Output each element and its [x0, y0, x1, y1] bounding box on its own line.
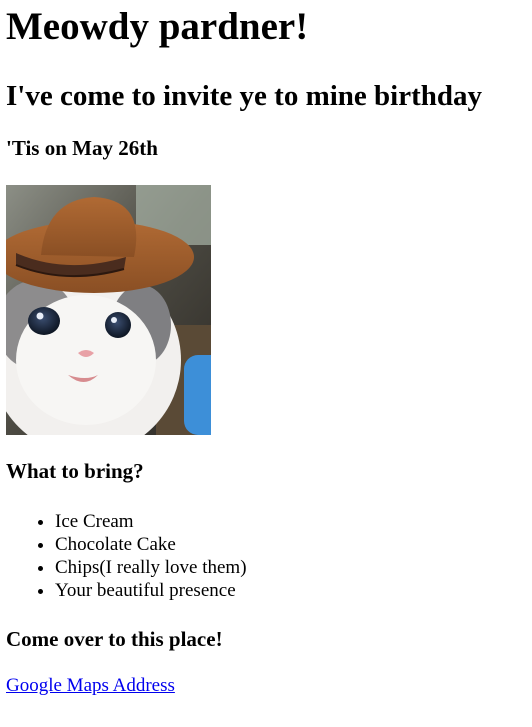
cat-cowboy-photo [6, 185, 211, 435]
page-title: Meowdy pardner! [6, 5, 309, 48]
link-paragraph: Google Maps Address [6, 674, 526, 697]
page: Meowdy pardner! I've come to invite ye t… [0, 5, 532, 697]
cat-photo-illustration [6, 185, 211, 435]
list-item: Chips(I really love them) [55, 556, 526, 579]
bring-heading: What to bring? [6, 459, 144, 483]
google-maps-link[interactable]: Google Maps Address [6, 675, 175, 696]
bring-list: Ice Cream Chocolate Cake Chips(I really … [6, 510, 526, 602]
list-item: Ice Cream [55, 510, 526, 533]
list-item: Chocolate Cake [55, 533, 526, 556]
date-heading: 'Tis on May 26th [6, 136, 158, 160]
list-item: Your beautiful presence [55, 579, 526, 602]
place-heading: Come over to this place! [6, 627, 223, 651]
invite-heading: I've come to invite ye to mine birthday [6, 80, 483, 112]
